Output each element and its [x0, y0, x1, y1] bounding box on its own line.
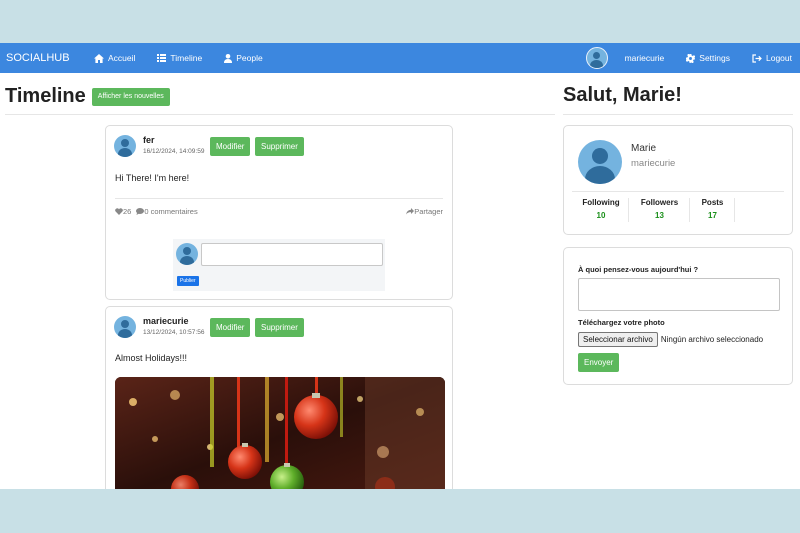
post-date: 13/12/2024, 10:57:56: [143, 329, 205, 336]
file-picker: Seleccionar archivo Ningún archivo selec…: [578, 332, 763, 347]
profile-card: Marie mariecurie Following 10 Followers …: [563, 125, 793, 235]
comments-button[interactable]: 0 commentaires: [136, 207, 198, 216]
app-window: SOCIALHUB Accueil Timeline People mariec…: [0, 43, 800, 489]
show-new-posts-button[interactable]: Afficher les nouvelles: [91, 87, 170, 106]
profile-avatar[interactable]: [578, 140, 622, 184]
delete-post-button[interactable]: Supprimer: [255, 318, 304, 337]
profile-username: mariecurie: [631, 158, 676, 169]
composer-question: À quoi pensez-vous aujourd'hui ?: [578, 265, 699, 274]
publish-button[interactable]: Publier: [177, 276, 199, 286]
post-author[interactable]: mariecurie: [143, 316, 204, 326]
share-icon: [406, 208, 415, 215]
home-icon: [94, 53, 104, 63]
stat-followers-label: Followers: [640, 198, 679, 207]
navbar: SOCIALHUB Accueil Timeline People mariec…: [0, 43, 800, 73]
author-avatar[interactable]: [114, 316, 136, 338]
page-title: Timeline: [5, 85, 86, 107]
divider: [5, 114, 555, 115]
timeline-header: Timeline Afficher les nouvelles: [5, 85, 170, 108]
nav-accueil-label: Accueil: [108, 53, 136, 63]
comment-count: 0 commentaires: [144, 207, 198, 216]
stat-posts-label: Posts: [701, 198, 724, 207]
person-icon: [224, 53, 233, 63]
composer-card: À quoi pensez-vous aujourd'hui ? Télécha…: [563, 247, 793, 385]
heart-icon: [115, 208, 123, 215]
stat-followers[interactable]: Followers 13: [630, 198, 690, 222]
stat-following-value: 10: [596, 211, 606, 220]
stat-followers-value: 13: [655, 211, 664, 220]
nav-accueil[interactable]: Accueil: [94, 53, 135, 63]
list-icon: [157, 54, 167, 62]
post-text: Almost Holidays!!!: [115, 353, 188, 363]
gear-icon: [686, 53, 696, 63]
comment-box: Publier: [173, 239, 385, 291]
post-card: mariecurie 13/12/2024, 10:57:56 Modifier…: [105, 306, 453, 489]
nav-settings[interactable]: Settings: [686, 53, 730, 63]
upload-label: Téléchargez votre photo: [578, 318, 665, 327]
choose-file-button[interactable]: Seleccionar archivo: [578, 332, 658, 347]
nav-logout[interactable]: Logout: [752, 53, 792, 63]
edit-post-button[interactable]: Modifier: [210, 137, 251, 156]
post-date: 16/12/2024, 14:09:59: [143, 148, 205, 155]
nav-timeline-label: Timeline: [170, 53, 203, 63]
edit-post-button[interactable]: Modifier: [210, 318, 251, 337]
share-button[interactable]: Partager: [406, 207, 443, 216]
post-card: fer 16/12/2024, 14:09:59 Modifier Suppri…: [105, 125, 453, 300]
nav-username[interactable]: mariecurie: [625, 53, 665, 63]
nav-people[interactable]: People: [224, 53, 263, 63]
post-textarea[interactable]: [578, 278, 780, 311]
christmas-ornaments-image: [115, 377, 445, 489]
stat-posts[interactable]: Posts 17: [691, 198, 735, 222]
like-count: 26: [123, 207, 132, 216]
post-header: mariecurie 13/12/2024, 10:57:56: [114, 316, 204, 338]
share-label: Partager: [414, 207, 443, 216]
stat-following[interactable]: Following 10: [574, 198, 629, 222]
logout-icon: [752, 53, 762, 63]
stat-posts-value: 17: [708, 211, 717, 220]
nav-logout-label: Logout: [766, 53, 792, 63]
nav-people-label: People: [236, 53, 263, 63]
nav-settings-label: Settings: [699, 53, 730, 63]
post-text: Hi There! I'm here!: [115, 173, 190, 183]
author-avatar[interactable]: [114, 135, 136, 157]
post-author[interactable]: fer: [143, 135, 204, 145]
submit-button[interactable]: Envoyer: [578, 353, 620, 372]
like-button[interactable]: 26: [115, 207, 131, 216]
profile-divider: [572, 191, 784, 192]
post-actions: 26 0 commentaires Partager: [115, 207, 443, 216]
post-photo[interactable]: [115, 377, 445, 489]
post-header: fer 16/12/2024, 14:09:59: [114, 135, 204, 157]
comment-icon: [136, 208, 145, 215]
delete-post-button[interactable]: Supprimer: [255, 137, 304, 156]
file-status: Ningún archivo seleccionado: [660, 335, 764, 344]
comment-input[interactable]: [201, 243, 383, 266]
greeting-title: Salut, Marie!: [563, 84, 682, 106]
nav-timeline[interactable]: Timeline: [157, 53, 202, 63]
profile-name: Marie: [631, 143, 657, 154]
post-divider: [115, 198, 443, 199]
brand-logo[interactable]: SOCIALHUB: [6, 52, 94, 64]
stat-following-label: Following: [582, 198, 620, 207]
nav-avatar[interactable]: [585, 47, 608, 69]
commenter-avatar: [176, 243, 198, 265]
divider: [563, 114, 793, 115]
